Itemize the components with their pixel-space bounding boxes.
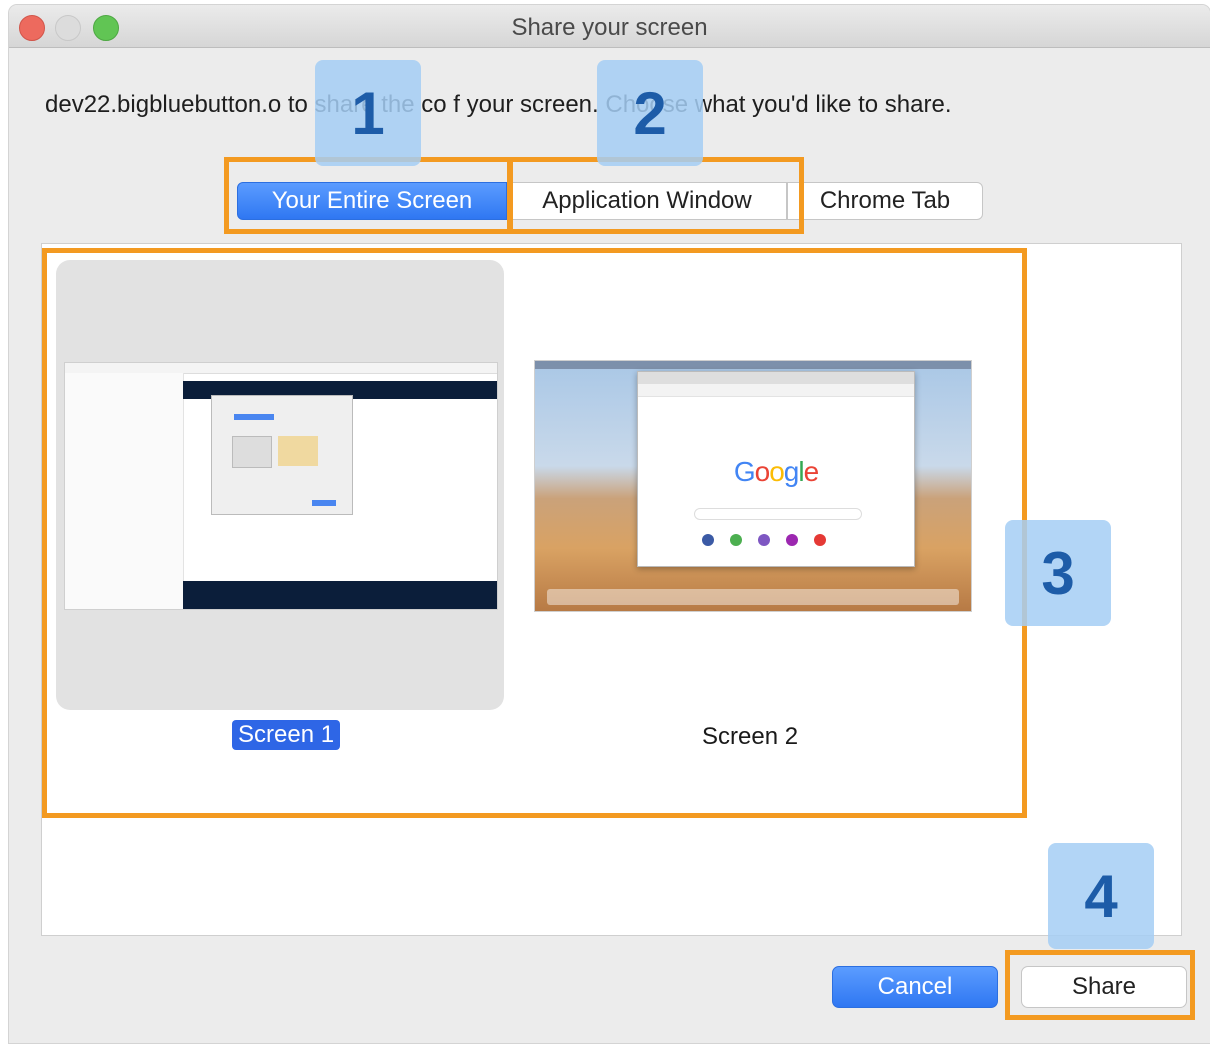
thumb-footer-bar — [183, 581, 497, 609]
shortcut-icon — [730, 534, 742, 546]
shortcut-icon — [758, 534, 770, 546]
thumb-search-box — [694, 508, 862, 520]
source-tabs: Your Entire Screen Application Window Ch… — [237, 182, 983, 222]
thumb-menu-bar — [535, 361, 971, 369]
thumb-browser-window: Google — [637, 371, 915, 567]
thumb-dialog-button — [312, 500, 336, 506]
thumb-address-bar — [638, 384, 914, 397]
screen-2-thumbnail[interactable]: Google — [534, 360, 972, 612]
thumb-dialog-preview-b — [278, 436, 318, 466]
tab-your-entire-screen[interactable]: Your Entire Screen — [237, 182, 507, 220]
shortcut-icon — [786, 534, 798, 546]
step-marker-4: 4 — [1048, 843, 1154, 949]
thumb-dock — [547, 589, 959, 605]
thumb-shortcut-icons — [702, 534, 826, 546]
window-title: Share your screen — [511, 14, 708, 41]
thumb-tab-strip — [638, 372, 914, 384]
cancel-button[interactable]: Cancel — [832, 966, 998, 1008]
google-logo: Google — [733, 456, 819, 487]
share-button[interactable]: Share — [1021, 966, 1187, 1008]
shortcut-icon — [702, 534, 714, 546]
title-bar: Share your screen — [9, 5, 1210, 48]
screen-1-thumbnail[interactable] — [64, 362, 498, 610]
thumb-dialog-tab — [234, 414, 274, 420]
tab-application-window[interactable]: Application Window — [507, 182, 787, 220]
thumb-dialog-preview-a — [232, 436, 272, 468]
thumb-dialog — [211, 395, 353, 515]
screen-2-label[interactable]: Screen 2 — [702, 722, 798, 752]
thumb-sidebar — [65, 373, 184, 609]
step-marker-2: 2 — [597, 60, 703, 166]
step-marker-3: 3 — [1005, 520, 1111, 626]
tab-chrome-tab[interactable]: Chrome Tab — [787, 182, 983, 220]
step-marker-1: 1 — [315, 60, 421, 166]
shortcut-icon — [814, 534, 826, 546]
screen-1-label[interactable]: Screen 1 — [232, 720, 341, 750]
